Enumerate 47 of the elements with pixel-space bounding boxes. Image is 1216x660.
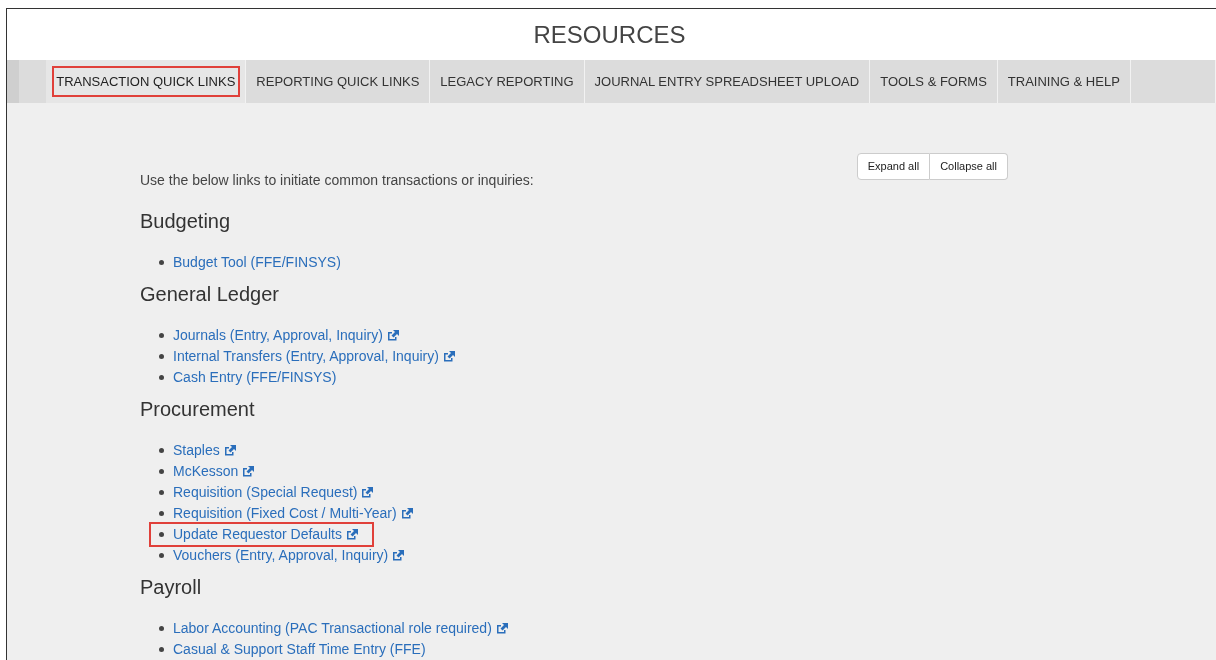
bullet-icon: [159, 626, 164, 631]
external-link-icon: [223, 445, 236, 456]
external-link-icon: [345, 529, 358, 540]
tab[interactable]: TRAINING & HELP: [997, 60, 1131, 103]
external-link-icon: [442, 351, 455, 362]
external-link-icon: [495, 623, 508, 634]
section-heading: Payroll: [140, 575, 203, 600]
bullet-icon: [159, 553, 164, 558]
tab[interactable]: LEGACY REPORTING: [430, 60, 585, 103]
link[interactable]: Casual & Support Staff Time Entry (FFE): [173, 639, 426, 660]
bullet-icon: [159, 469, 164, 474]
intro-text: Use the below links to initiate common transactions or inquiries:: [140, 171, 535, 190]
link[interactable]: Requisition (Fixed Cost / Multi-Year): [173, 503, 413, 524]
external-link-icon: [400, 508, 413, 519]
bullet-icon: [159, 354, 164, 359]
link[interactable]: Internal Transfers (Entry, Approval, Inquiry): [173, 346, 455, 367]
section-heading: Budgeting: [140, 209, 232, 234]
section-heading: General Ledger: [140, 282, 280, 307]
bullet-icon: [159, 333, 164, 338]
bullet-icon: [159, 490, 164, 495]
toggle-all-button[interactable]: Expand all: [856, 153, 931, 180]
external-link-icon: [361, 487, 374, 498]
bullet-icon: [159, 375, 164, 380]
link[interactable]: Budget Tool (FFE/FINSYS): [173, 252, 341, 273]
tab[interactable]: REPORTING QUICK LINKS: [246, 60, 431, 103]
link[interactable]: Journals (Entry, Approval, Inquiry): [173, 325, 399, 346]
bullet-icon: [159, 448, 164, 453]
bullet-icon: [159, 260, 164, 265]
link[interactable]: Staples: [173, 440, 236, 461]
link[interactable]: Vouchers (Entry, Approval, Inquiry): [173, 545, 405, 566]
toggle-all-button[interactable]: Collapse all: [930, 153, 1008, 180]
link[interactable]: McKesson: [173, 461, 255, 482]
external-link-icon: [386, 330, 399, 341]
external-link-icon: [392, 550, 405, 561]
bullet-icon: [159, 511, 164, 516]
tab[interactable]: TOOLS & FORMS: [870, 60, 998, 103]
section-heading: Procurement: [140, 397, 256, 422]
link[interactable]: Labor Accounting (PAC Transactional role required): [173, 618, 508, 639]
bullet-icon: [159, 532, 164, 537]
tab[interactable]: JOURNAL ENTRY SPREADSHEET UPLOAD: [584, 60, 871, 103]
link[interactable]: Cash Entry (FFE/FINSYS): [173, 367, 337, 388]
link[interactable]: Update Requestor Defaults: [173, 524, 358, 545]
page-title: RESOURCES: [533, 19, 686, 50]
link[interactable]: Requisition (Special Request): [173, 482, 374, 503]
tab[interactable]: TRANSACTION QUICK LINKS: [46, 60, 247, 103]
bullet-icon: [159, 647, 164, 652]
external-link-icon: [242, 466, 255, 477]
